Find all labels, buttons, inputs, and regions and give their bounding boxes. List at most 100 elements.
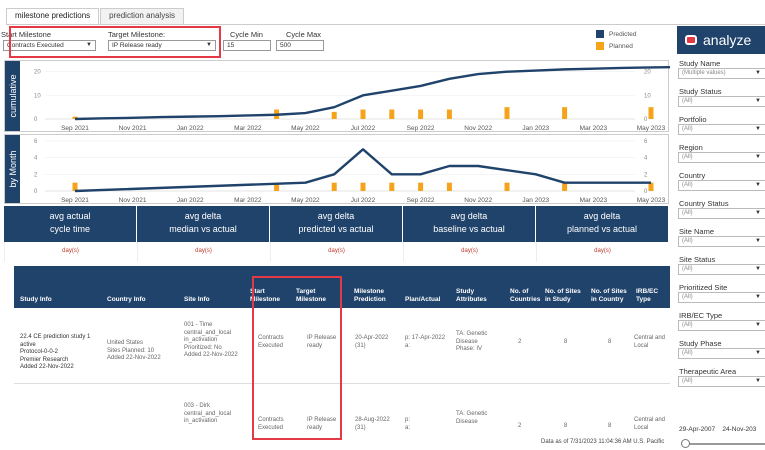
filter-value: (All): [682, 238, 693, 244]
filter-value: (All): [682, 350, 693, 356]
col-country-info[interactable]: Country Info: [107, 296, 146, 304]
y-tick-label: 4: [34, 156, 38, 162]
filter-value: (All): [682, 98, 693, 104]
filter-label-study-name: Study Name: [679, 59, 721, 68]
y-tick-label: 10: [34, 93, 41, 99]
y-tick-label: 6: [34, 139, 38, 145]
y-tick-label: 0: [34, 189, 38, 195]
planned-bar[interactable]: [331, 182, 337, 191]
filter-select-therapeutic-area[interactable]: (All) ▼: [678, 376, 765, 387]
cell-site: 003 - Dirk central_and_local in_activation: [184, 403, 232, 424]
planned-bar[interactable]: [562, 107, 568, 119]
chevron-down-icon: ▼: [755, 154, 761, 160]
planned-bar[interactable]: [389, 182, 395, 191]
filter-select-portfolio[interactable]: (All) ▼: [678, 124, 765, 135]
filter-select-study-name[interactable]: (Multiple values) ▼: [678, 68, 765, 79]
filter-select-site-status[interactable]: (All) ▼: [678, 264, 765, 275]
kpi-avg-actual-cycle: avg actual cycle time day(s): [4, 206, 137, 262]
planned-bar[interactable]: [331, 111, 337, 119]
y-tick-label: 20: [34, 70, 41, 76]
filter-select-irb-ec-type[interactable]: (All) ▼: [678, 320, 765, 331]
slider-handle[interactable]: [681, 439, 690, 448]
filter-select-study-phase[interactable]: (All) ▼: [678, 348, 765, 359]
filter-select-country-status[interactable]: (All) ▼: [678, 208, 765, 219]
date-end: 24-Nov-203: [722, 426, 757, 433]
filter-select-country[interactable]: (All) ▼: [678, 180, 765, 191]
date-start: 29-Apr-2007: [679, 426, 716, 433]
planned-bar[interactable]: [446, 182, 452, 191]
filter-select-site-name[interactable]: (All) ▼: [678, 236, 765, 247]
planned-bar[interactable]: [648, 182, 654, 191]
cumulative-chart-svg: 0 0 10 10 20 20 Sep 2021 Nov 2021 Jan 2022 Mar 20…: [34, 65, 670, 132]
chevron-down-icon: ▼: [755, 98, 761, 104]
planned-bar[interactable]: [504, 107, 510, 119]
filter-label-study-status: Study Status: [679, 87, 722, 96]
milestone-column-highlight: [252, 276, 342, 440]
planned-bar[interactable]: [360, 182, 366, 191]
cumulative-chart: cumulative 0 0 10 10 20 20 Sep 2021 Nov 2021 Jan…: [4, 60, 670, 132]
chevron-down-icon: ▼: [755, 210, 761, 216]
col-no-countries[interactable]: No. of Countries: [510, 288, 540, 304]
x-tick-label: Jan 2022: [177, 197, 204, 204]
planned-bar[interactable]: [504, 182, 510, 191]
planned-bar[interactable]: [446, 109, 452, 119]
filter-value: (All): [682, 322, 693, 328]
cell-countries: 2: [518, 423, 522, 429]
x-tick-label: Mar 2023: [580, 197, 608, 204]
cumulative-side-label: cumulative: [5, 61, 20, 131]
legend-item-planned: Planned: [596, 42, 636, 50]
x-tick-label: Nov 2021: [119, 197, 147, 204]
planned-bar[interactable]: [418, 182, 424, 191]
col-irb-type[interactable]: IRB/EC Type: [636, 288, 670, 304]
kpi-median-vs-actual: avg delta median vs actual day(s): [137, 206, 270, 262]
cell-sites-country: 8: [608, 339, 612, 345]
analyze-logo-icon: [685, 35, 697, 45]
col-sites-in-study[interactable]: No. of Sites in Study: [545, 288, 581, 304]
chevron-down-icon: ▼: [755, 126, 761, 132]
cell-country: United States Sites Planned: 10 Added 22-N…: [107, 340, 161, 361]
cycle-min-input[interactable]: 15: [223, 40, 271, 51]
table-header: Study Info Country Info Site Info Start M…: [14, 266, 670, 308]
col-study-attributes[interactable]: Study Attributes: [456, 288, 487, 304]
planned-bar[interactable]: [360, 109, 366, 119]
cell-plan-actual: p: 17-Apr-2022 a:: [405, 335, 446, 349]
x-tick-label: Mar 2022: [234, 197, 262, 204]
planned-bar[interactable]: [648, 107, 654, 119]
chevron-down-icon: ▼: [755, 266, 761, 272]
y-tick-label-right: 10: [644, 93, 651, 99]
chevron-down-icon: ▼: [755, 294, 761, 300]
filter-select-prioritized-site[interactable]: (All) ▼: [678, 292, 765, 303]
filter-select-study-status[interactable]: (All) ▼: [678, 96, 765, 107]
by-month-side-label: by Month: [5, 135, 20, 203]
brand-logo: analyze: [677, 26, 765, 54]
kpi-value: day(s): [137, 242, 269, 262]
chevron-down-icon: ▼: [755, 322, 761, 328]
cycle-max-input[interactable]: 500: [276, 40, 324, 51]
col-milestone-prediction[interactable]: Milestone Prediction: [354, 288, 386, 304]
tab-milestone-predictions[interactable]: milestone predictions: [6, 8, 100, 24]
col-sites-in-country[interactable]: No. of Sites in Country: [591, 288, 627, 304]
kpi-predicted-vs-actual: avg delta predicted vs actual day(s): [270, 206, 403, 262]
planned-bar[interactable]: [389, 109, 395, 119]
planned-bar[interactable]: [562, 182, 568, 191]
kpi-value: day(s): [270, 242, 402, 262]
col-plan-actual[interactable]: Plan/Actual: [405, 296, 440, 304]
filter-label-site-name: Site Name: [679, 227, 715, 236]
kpi-title: avg delta predicted vs actual: [270, 206, 402, 242]
table-row[interactable]: 003 - Dirk central_and_local in_activation…: [14, 384, 670, 436]
filter-select-region[interactable]: (All) ▼: [678, 152, 765, 163]
kpi-value: day(s): [403, 242, 535, 262]
date-range-slider[interactable]: [681, 439, 765, 448]
y-tick-label: 2: [34, 172, 38, 178]
filter-value: (All): [682, 126, 693, 132]
col-site-info[interactable]: Site Info: [184, 296, 210, 304]
planned-bar[interactable]: [418, 109, 424, 119]
legend-swatch-predicted: [596, 30, 604, 38]
kpi-title: avg actual cycle time: [4, 206, 136, 242]
table-row[interactable]: 22.4 CE prediction study 1 active Protocol…: [14, 308, 670, 384]
tab-divider: [6, 24, 765, 25]
col-study-info[interactable]: Study Info: [20, 296, 52, 304]
tab-prediction-analysis[interactable]: prediction analysis: [100, 8, 184, 24]
x-tick-label: May 2022: [291, 197, 320, 204]
predicted-line[interactable]: [74, 65, 670, 121]
